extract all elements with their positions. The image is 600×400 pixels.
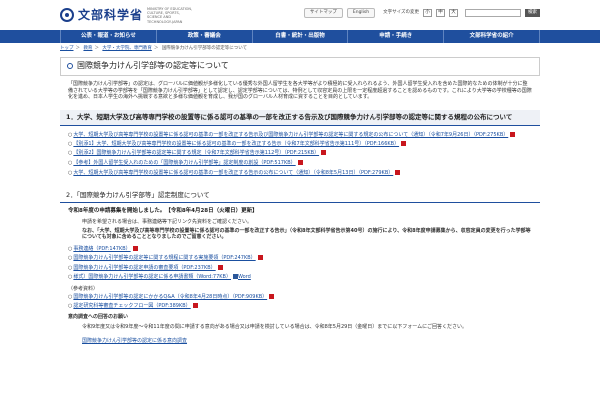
main-content: 国際競争力けん引学部等の認定等について 「国際競争力けん引学部等」の認定は、グロ… xyxy=(60,57,540,346)
list-marker: ○ xyxy=(68,170,73,177)
title-bullet-icon xyxy=(67,63,73,70)
pdf-icon xyxy=(510,131,516,137)
list-item: ○ 国際競争力けん引学部等の認定にかかるQ&A（令和8年4月28日時点）（PDF:… xyxy=(68,293,532,301)
site-header: 文部科学省 MINISTRY OF EDUCATION, CULTURE, SP… xyxy=(0,0,600,30)
document-link[interactable]: 大学、短期大学及び高等専門学校の設置等に係る認可の基準の一部を改正する告示及び国… xyxy=(73,132,508,138)
pdf-icon xyxy=(192,303,198,309)
breadcrumb-education[interactable]: 教育 xyxy=(83,46,92,51)
breadcrumb-top[interactable]: トップ xyxy=(60,46,74,51)
breadcrumb: トップ＞ 教育＞ 大学・大学院、専門教育＞ 国際競争力けん引学部等の認定等につい… xyxy=(0,43,600,55)
section-2-links: ○ 事務連絡（PDF:147KB） ○ 国際競争力けん引学部等の認定等に関する規程に… xyxy=(60,242,540,285)
pdf-icon xyxy=(395,170,401,176)
survey-text: 令和9年度又は令和9年度～令和11年度の間に申請する意向がある場合又は申請を検討… xyxy=(82,324,468,331)
document-link[interactable]: 様式）国際競争力けん引学部等の認定に係る申請書類（Word:77KB） xyxy=(73,274,231,280)
document-link[interactable]: 認定研究科等審査チェックフロー図（PDF:389KB） xyxy=(73,303,190,309)
intro-text: 「国際競争力けん引学部等」の認定は、グローバルに価値観が多様化している優秀な外国… xyxy=(68,80,532,101)
list-marker: ○ xyxy=(68,159,73,166)
list-marker: ○ xyxy=(68,150,73,157)
word-label[interactable]: Word xyxy=(238,274,251,280)
list-item: ○ 【別添1】大学、短期大学及び高等専門学校の設置等に係る認可の基準の一部を改正す… xyxy=(68,141,532,148)
survey-link[interactable]: 国際競争力けん引学部等の認定に係る意向調査 xyxy=(82,338,187,344)
pdf-icon xyxy=(321,150,327,156)
english-link[interactable]: English xyxy=(346,8,376,19)
font-size-label: 文字サイズの変更 xyxy=(383,10,419,15)
pdf-icon xyxy=(257,255,263,261)
nav-item-applications[interactable]: 申請・手続き xyxy=(348,30,445,43)
application-notice: 令和8年度の申請募集を開始しました。【令和8年4月28日（火曜日）更新】 xyxy=(68,208,258,215)
section-1-heading: 1．大学、短期大学及び高等専門学校の設置等に係る認可の基準の一部を改正する告示及… xyxy=(60,110,540,126)
list-marker: ○ xyxy=(68,303,73,310)
search-input[interactable] xyxy=(465,9,521,18)
list-marker: ○ xyxy=(68,131,73,138)
logo-subtitle: MINISTRY OF EDUCATION, CULTURE, SPORTS, … xyxy=(147,7,193,24)
document-link[interactable]: 【別添1】大学、短期大学及び高等専門学校の設置等に係る認可の基準の一部を改正する… xyxy=(73,141,399,147)
pdf-icon xyxy=(217,264,223,270)
document-link[interactable]: 国際競争力けん引学部等の認定申請の審査要項（PDF:237KB） xyxy=(73,265,215,271)
document-link[interactable]: 事務連絡（PDF:147KB） xyxy=(73,246,130,252)
logo-text: 文部科学省 xyxy=(78,8,144,23)
list-item: ○ 様式）国際競争力けん引学部等の認定に係る申請書類（Word:77KB） Word xyxy=(68,273,532,281)
section-2-heading: 2．「国際競争力けん引学部等」認定制度について xyxy=(60,188,540,204)
breadcrumb-university[interactable]: 大学・大学院、専門教育 xyxy=(102,46,152,51)
nav-item-publications[interactable]: 白書・統計・出版物 xyxy=(253,30,349,43)
sitemap-link[interactable]: サイトマップ xyxy=(303,8,343,19)
nav-item-news[interactable]: 公表・報道・お知らせ xyxy=(60,30,157,43)
page-title: 国際競争力けん引学部等の認定等について xyxy=(60,57,540,76)
breadcrumb-sep: ＞ xyxy=(153,46,159,51)
font-medium-button[interactable]: 中 xyxy=(436,9,445,18)
document-link[interactable]: 【別添2】国際競争力けん引学部等の認定等に関する規定（令和7年文部科学省告示第1… xyxy=(73,150,319,156)
pdf-icon xyxy=(132,246,138,252)
survey-heading: 意向調査への回答のお願い xyxy=(68,314,129,321)
document-link[interactable]: 大学、短期大学及び高等専門学校の設置等に係る認可の基準の一部を改正する告示の公布… xyxy=(73,170,393,176)
list-item: ○ 国際競争力けん引学部等の認定等に関する規程に関する実施要領（PDF:247KB… xyxy=(68,255,532,262)
list-marker: ○ xyxy=(68,246,73,253)
breadcrumb-sep: ＞ xyxy=(75,46,81,51)
list-item: ○ 【別添2】国際競争力けん引学部等の認定等に関する規定（令和7年文部科学省告示第… xyxy=(68,150,532,157)
list-item: ○ 大学、短期大学及び高等専門学校の設置等に係る認可の基準の一部を改正する告示及び… xyxy=(68,131,532,139)
pdf-icon xyxy=(297,159,303,165)
application-note-1: 申請を希望される場合は、事務連絡等下記リンク先資料をご確認ください。 xyxy=(82,218,253,225)
application-note-2: なお、「大学、短期大学及び高等専門学校の設置等に係る認可の基準の一部を改正する告… xyxy=(82,227,531,241)
list-item: ○ 国際競争力けん引学部等の認定申請の審査要項（PDF:237KB） xyxy=(68,264,532,272)
page-title-text: 国際競争力けん引学部等の認定等について xyxy=(77,61,229,71)
breadcrumb-current: 国際競争力けん引学部等の認定等について xyxy=(161,46,248,51)
pdf-icon xyxy=(401,141,407,147)
pdf-icon xyxy=(269,293,275,299)
site-logo[interactable]: 文部科学省 MINISTRY OF EDUCATION, CULTURE, SP… xyxy=(60,7,193,24)
nav-item-policy[interactable]: 政策・審議会 xyxy=(157,30,253,43)
list-item: ○ 大学、短期大学及び高等専門学校の設置等に係る認可の基準の一部を改正する告示の公… xyxy=(68,170,532,177)
font-large-button[interactable]: 大 xyxy=(449,9,458,18)
nav-item-about[interactable]: 文部科学省の紹介 xyxy=(444,30,540,43)
list-marker: ○ xyxy=(68,141,73,148)
list-item: ○ 認定研究科等審査チェックフロー図（PDF:389KB） xyxy=(68,303,532,310)
breadcrumb-sep: ＞ xyxy=(94,46,99,51)
list-item: ○ 【参考】外国人留学生受入れのための「国際競争力けん引学部等」認定制度の創設（P… xyxy=(68,159,532,167)
search-button[interactable]: 検索 xyxy=(525,9,540,18)
global-nav: 公表・報道・お知らせ 政策・審議会 白書・統計・出版物 申請・手続き 文部科学省… xyxy=(0,30,600,43)
document-link[interactable]: 国際競争力けん引学部等の認定にかかるQ&A（令和8年4月28日時点）（PDF:9… xyxy=(73,294,267,300)
reference-heading: （参考資料） xyxy=(68,286,99,293)
survey-link-row: 国際競争力けん引学部等の認定に係る意向調査 xyxy=(60,332,540,346)
section-1-list: ○ 大学、短期大学及び高等専門学校の設置等に係る認可の基準の一部を改正する告示及び… xyxy=(60,126,540,182)
list-item: ○ 事務連絡（PDF:147KB） xyxy=(68,246,532,253)
list-marker: ○ xyxy=(68,273,73,280)
reference-links: ○ 国際競争力けん引学部等の認定にかかるQ&A（令和8年4月28日時点）（PDF:… xyxy=(60,293,540,315)
list-marker: ○ xyxy=(68,264,73,271)
mext-emblem-icon xyxy=(60,8,74,23)
document-link[interactable]: 【参考】外国人留学生受入れのための「国際競争力けん引学部等」認定制度の創設（PD… xyxy=(73,160,295,166)
list-marker: ○ xyxy=(68,255,73,262)
header-utilities: サイトマップ English 文字サイズの変更 小 中 大 検索 xyxy=(303,8,540,19)
font-small-button[interactable]: 小 xyxy=(423,9,432,18)
list-marker: ○ xyxy=(68,293,73,300)
document-link[interactable]: 国際競争力けん引学部等の認定等に関する規程に関する実施要領（PDF:247KB） xyxy=(73,255,255,261)
